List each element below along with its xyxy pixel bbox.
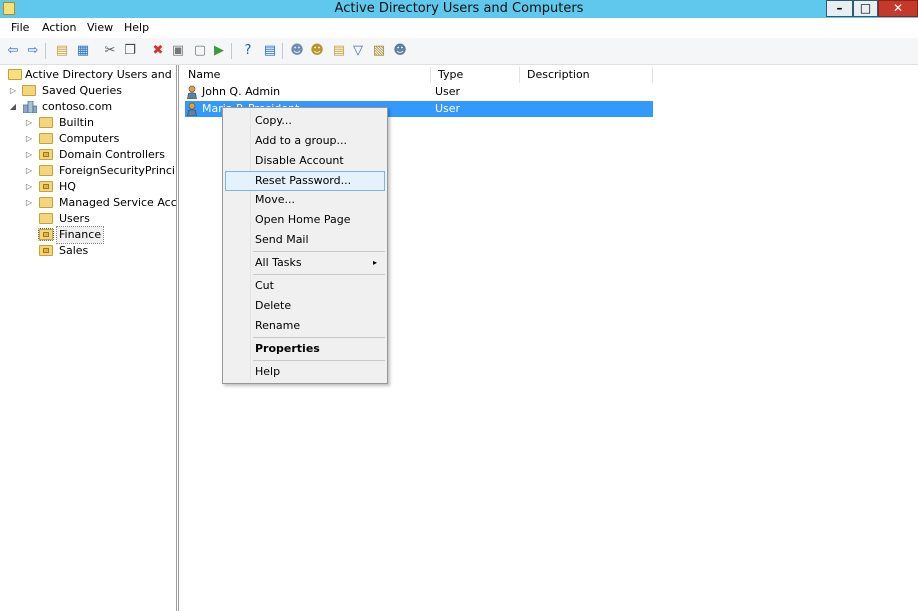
menu-separator [253, 251, 385, 252]
expand-arrow-icon[interactable]: ▷ [24, 147, 34, 163]
list-row[interactable]: John Q. Admin User [185, 84, 653, 100]
menu-item-rename[interactable]: Rename [225, 316, 385, 336]
refresh-icon[interactable]: ▢ [192, 43, 208, 59]
expand-arrow-icon[interactable]: ▷ [24, 179, 34, 195]
menu-view[interactable]: View [87, 21, 113, 34]
menu-item-add-to-group[interactable]: Add to a group... [225, 131, 385, 151]
new-user-icon[interactable]: ☻ [289, 43, 305, 59]
export-list-icon[interactable]: ▶ [211, 43, 227, 59]
tree-item-label: contoso.com [42, 100, 113, 113]
tree-item-label: Sales [59, 244, 89, 257]
column-header-description[interactable]: Description [520, 67, 653, 83]
tree-item-label: Computers [59, 132, 120, 145]
folder-icon [22, 85, 36, 96]
find-icon[interactable]: ▧ [371, 43, 387, 59]
show-hide-tree-icon[interactable]: ▦ [75, 43, 91, 59]
ou-icon [38, 228, 54, 241]
tree-item-label: HQ [59, 180, 76, 193]
expand-arrow-icon[interactable]: ▷ [24, 163, 34, 179]
tree-item-label: Users [59, 212, 90, 225]
snapin-icon [8, 69, 22, 80]
ou-icon [39, 149, 53, 160]
expand-arrow-icon[interactable]: ▷ [24, 115, 34, 131]
menu-item-send-mail[interactable]: Send Mail [225, 230, 385, 250]
tree-item-label: Builtin [59, 116, 94, 129]
folder-icon [39, 117, 53, 128]
toolbar-separator [282, 43, 283, 59]
tree-item-label: Finance [55, 226, 105, 244]
menu-item-help[interactable]: Help [225, 362, 385, 382]
cut-icon[interactable]: ✂ [102, 43, 118, 59]
toolbar: ⇦ ⇨ ▤ ▦ ✂ ❐ ✖ ▣ ▢ ▶ ? ▤ ☻ ☻ ▤ ▽ ▧ ☻ [0, 38, 918, 65]
maximize-button[interactable]: □ [853, 0, 878, 17]
tree-root-label: Active Directory Users and Com [25, 68, 176, 81]
expand-arrow-icon[interactable]: ▷ [8, 83, 18, 99]
menu-item-open-home-page[interactable]: Open Home Page [225, 210, 385, 230]
tree-item-label: Saved Queries [42, 84, 122, 97]
column-header-type[interactable]: Type [431, 67, 520, 83]
menu-item-disable-account[interactable]: Disable Account [225, 151, 385, 171]
add-to-group-icon[interactable]: ☻ [392, 43, 408, 59]
menu-separator [253, 360, 385, 361]
toolbar-separator [45, 43, 46, 59]
menu-item-cut[interactable]: Cut [225, 276, 385, 296]
console-tree[interactable]: Active Directory Users and Com ▷ Saved Q… [0, 65, 177, 611]
menu-separator [253, 337, 385, 338]
user-type: User [435, 85, 461, 98]
toolbar-separator [231, 43, 232, 59]
tree-item-label: Managed Service Accour [59, 196, 177, 209]
folder-icon [39, 197, 53, 208]
user-icon [187, 102, 197, 116]
user-icon [187, 85, 197, 99]
forward-icon[interactable]: ⇨ [25, 43, 41, 59]
new-ou-icon[interactable]: ▤ [331, 43, 347, 59]
user-name: John Q. Admin [202, 85, 281, 98]
menu-item-move[interactable]: Move... [225, 190, 385, 210]
help-icon[interactable]: ? [240, 43, 256, 59]
new-group-icon[interactable]: ☻ [309, 43, 325, 59]
console-icon[interactable]: ▤ [262, 43, 278, 59]
filter-icon[interactable]: ▽ [350, 43, 366, 59]
back-icon[interactable]: ⇦ [5, 43, 21, 59]
menu-file[interactable]: File [11, 21, 29, 34]
tree-item-label: ForeignSecurityPrincipals [59, 164, 176, 177]
menu-help[interactable]: Help [124, 21, 149, 34]
folder-icon [39, 133, 53, 144]
folder-icon [39, 165, 53, 176]
domain-icon [23, 101, 37, 113]
up-folder-icon[interactable]: ▤ [54, 43, 70, 59]
delete-icon[interactable]: ✖ [150, 43, 166, 59]
menu-separator [253, 274, 385, 275]
menu-action[interactable]: Action [42, 21, 76, 34]
tree-item-label: Domain Controllers [59, 148, 166, 161]
menu-item-copy[interactable]: Copy... [225, 111, 385, 131]
menu-item-all-tasks[interactable]: All Tasks ▸ [225, 253, 385, 273]
ou-icon [39, 245, 53, 256]
title-bar: Active Directory Users and Computers – □… [0, 0, 918, 18]
minimize-button[interactable]: – [826, 0, 853, 17]
close-button[interactable]: ✕ [878, 0, 918, 17]
submenu-arrow-icon: ▸ [372, 258, 377, 267]
menu-item-delete[interactable]: Delete [225, 296, 385, 316]
user-type: User [435, 102, 461, 115]
collapse-arrow-icon[interactable]: ◢ [8, 99, 18, 115]
copy-icon[interactable]: ❐ [122, 43, 138, 59]
expand-arrow-icon[interactable]: ▷ [24, 195, 34, 211]
column-header-name[interactable]: Name [181, 67, 431, 83]
folder-icon [39, 213, 53, 224]
menu-item-properties[interactable]: Properties [225, 339, 385, 359]
menu-bar: File Action View Help [0, 18, 918, 38]
expand-arrow-icon[interactable]: ▷ [24, 131, 34, 147]
context-menu: Copy... Add to a group... Disable Accoun… [222, 107, 388, 384]
menu-item-label: All Tasks [255, 256, 302, 269]
ou-icon [39, 181, 53, 192]
window-title: Active Directory Users and Computers [334, 1, 584, 16]
pane-splitter[interactable] [178, 65, 179, 611]
menu-item-reset-password[interactable]: Reset Password... [225, 171, 385, 191]
properties-icon[interactable]: ▣ [170, 43, 186, 59]
